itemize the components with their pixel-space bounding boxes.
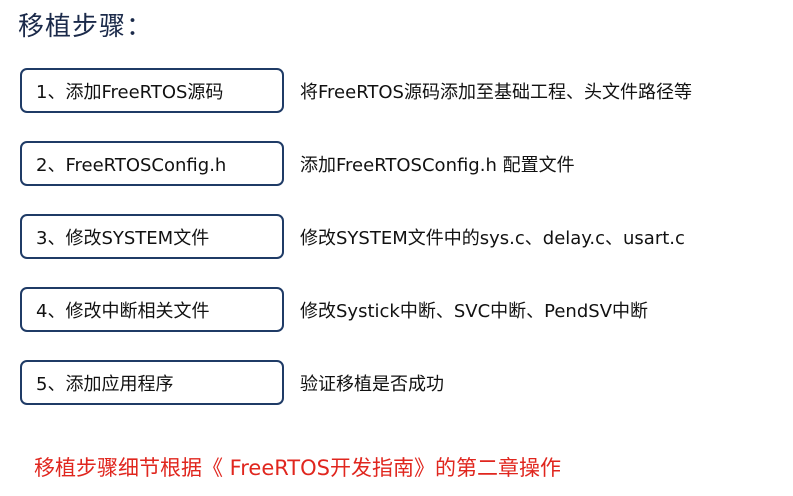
step-description-1: 将FreeRTOS源码添加至基础工程、头文件路径等 — [300, 81, 692, 103]
step-box-2: 2、FreeRTOSConfig.h — [20, 141, 284, 186]
step-row-5: 5、添加应用程序 验证移植是否成功 — [20, 360, 780, 407]
step-description-4: 修改Systick中断、SVC中断、PendSV中断 — [300, 300, 649, 322]
step-row-4: 4、修改中断相关文件 修改Systick中断、SVC中断、PendSV中断 — [20, 287, 780, 334]
footer-note: 移植步骤细节根据《 FreeRTOS开发指南》的第二章操作 — [34, 456, 561, 480]
step-description-2: 添加FreeRTOSConfig.h 配置文件 — [300, 154, 575, 176]
step-row-3: 3、修改SYSTEM文件 修改SYSTEM文件中的sys.c、delay.c、u… — [20, 214, 780, 261]
step-row-1: 1、添加FreeRTOS源码 将FreeRTOS源码添加至基础工程、头文件路径等 — [20, 68, 780, 115]
step-description-5: 验证移植是否成功 — [300, 373, 444, 395]
step-box-1: 1、添加FreeRTOS源码 — [20, 68, 284, 113]
step-box-5: 5、添加应用程序 — [20, 360, 284, 405]
step-row-2: 2、FreeRTOSConfig.h 添加FreeRTOSConfig.h 配置… — [20, 141, 780, 188]
step-box-4: 4、修改中断相关文件 — [20, 287, 284, 332]
step-description-3: 修改SYSTEM文件中的sys.c、delay.c、usart.c — [300, 227, 685, 249]
page-title: 移植步骤： — [18, 12, 154, 42]
steps-list: 1、添加FreeRTOS源码 将FreeRTOS源码添加至基础工程、头文件路径等… — [20, 68, 780, 433]
step-box-3: 3、修改SYSTEM文件 — [20, 214, 284, 259]
